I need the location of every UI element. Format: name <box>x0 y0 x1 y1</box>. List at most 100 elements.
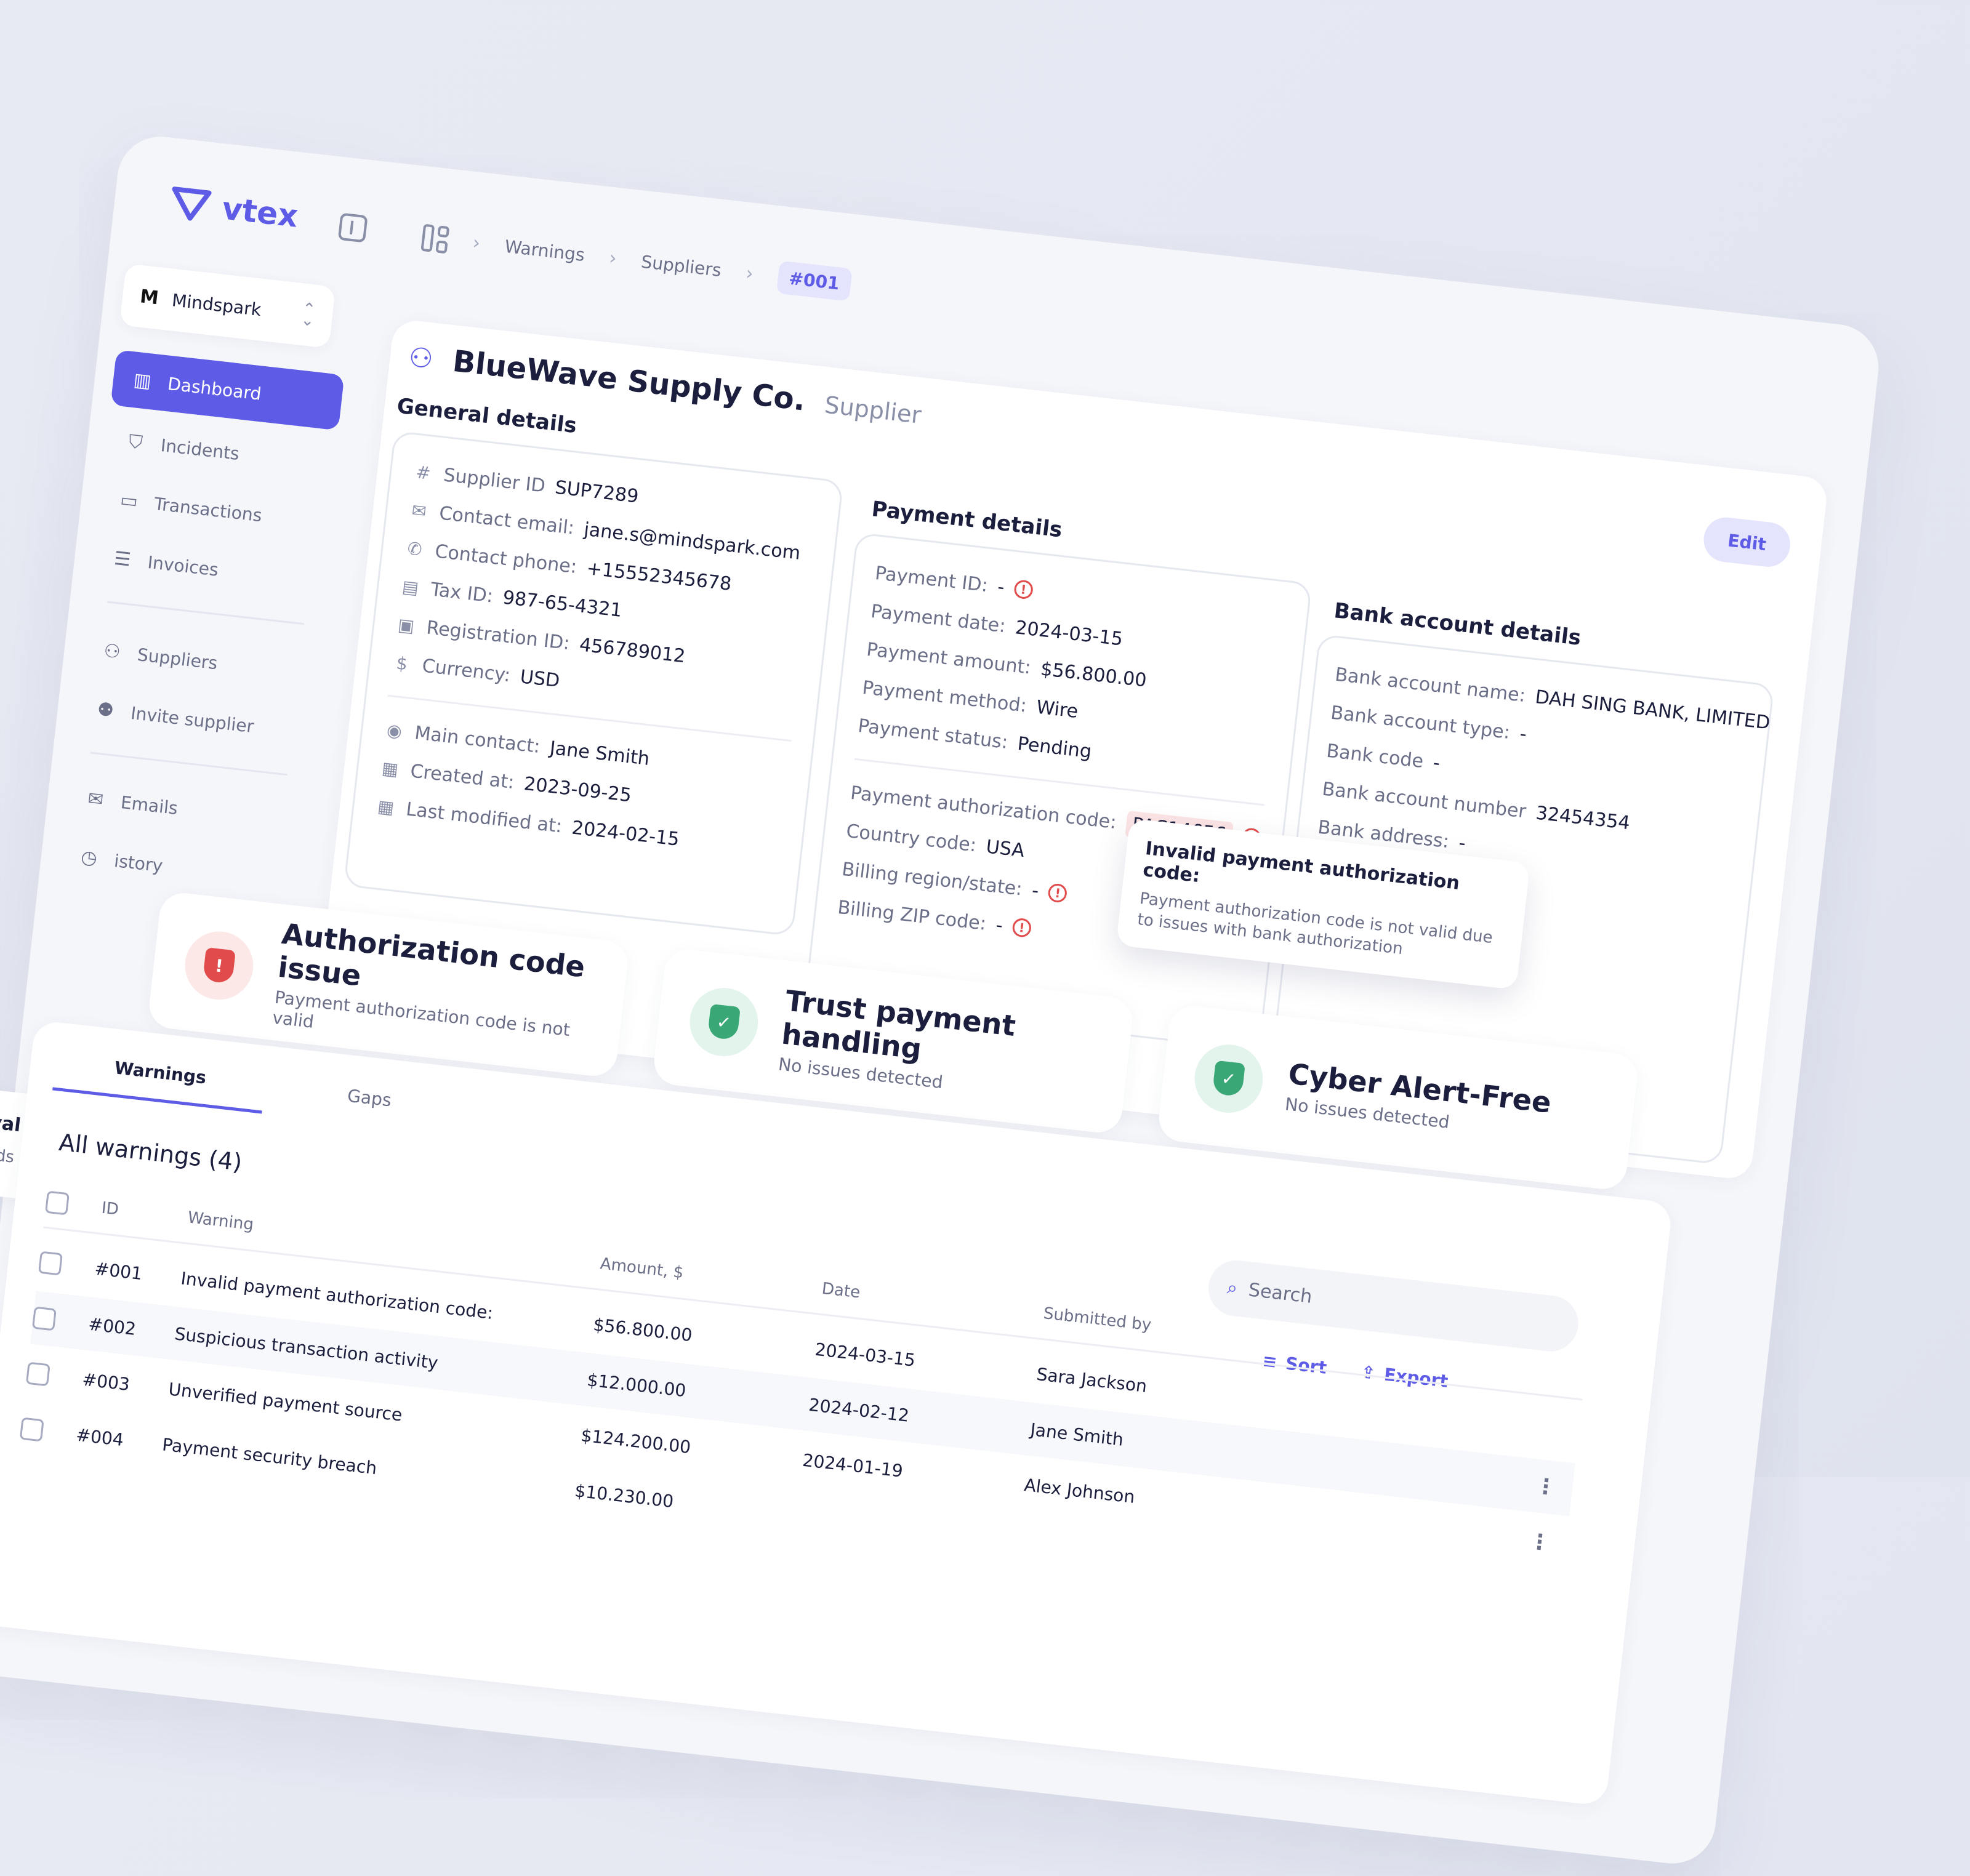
cell-submitted-by <box>1015 1513 1021 1566</box>
users-icon: ⚇ <box>407 341 435 376</box>
breadcrumb-warnings[interactable]: Warnings <box>504 236 585 266</box>
shield-check-icon: ✓ <box>707 1003 741 1041</box>
user-circle-icon: ◉ <box>385 719 403 742</box>
sidebar-item-label: Invoices <box>147 551 220 580</box>
search-placeholder: Search <box>1247 1278 1314 1308</box>
field-value: Jane Smith <box>549 737 651 770</box>
field-label: Billing ZIP code: <box>836 896 987 935</box>
row-checkbox[interactable] <box>38 1251 63 1276</box>
promo-title: rieval <box>0 1108 22 1137</box>
field-value: $56.800.00 <box>1039 657 1148 692</box>
field-label: Tax ID: <box>429 578 494 607</box>
field-label: Payment date: <box>869 600 1007 637</box>
column-header-amount[interactable]: Amount, $ <box>597 1239 686 1297</box>
vtex-logo-icon <box>172 186 212 221</box>
cell-id: #001 <box>94 1258 143 1284</box>
field-label: Contact email: <box>438 502 576 539</box>
document-icon: ☰ <box>113 547 132 571</box>
alert-icon[interactable]: ! <box>1047 883 1068 904</box>
mail-icon: ✉ <box>86 787 105 811</box>
tilted-stage: vtex › Warnings › Suppliers › #001 M Min… <box>0 0 1970 1868</box>
shield-alert-icon: ! <box>202 947 236 984</box>
alert-icon[interactable]: ! <box>1011 917 1032 938</box>
sidebar-item-label: Invite supplier <box>129 702 255 737</box>
history-icon: ◷ <box>79 846 98 870</box>
status-badge: ✓ <box>1191 1041 1267 1116</box>
field-value: 2024-03-15 <box>1014 616 1124 651</box>
more-options-icon[interactable]: ⋮ <box>1532 1459 1559 1515</box>
calendar-icon: ▦ <box>376 795 395 818</box>
breadcrumb-suppliers[interactable]: Suppliers <box>640 251 723 281</box>
cell-id: #003 <box>81 1369 131 1395</box>
field-value: - <box>1457 832 1467 854</box>
dollar-icon: $ <box>395 652 409 675</box>
alert-icon[interactable]: ! <box>1013 579 1034 600</box>
cell-amount: $56.800.00 <box>592 1313 694 1345</box>
column-header-id[interactable]: ID <box>98 1184 121 1235</box>
cell-id: #004 <box>74 1424 125 1450</box>
status-badge: ! <box>181 928 257 1003</box>
cell-date: 2024-02-12 <box>808 1394 911 1426</box>
field-label: Supplier ID <box>442 463 547 497</box>
collapse-sidebar-button[interactable] <box>337 212 368 243</box>
user-plus-icon: ⚉ <box>96 698 115 722</box>
field-value: - <box>996 575 1006 598</box>
general-details-panel: # Supplier ID SUP7289 ✉ Contact email: j… <box>343 430 844 937</box>
cell-amount: $10.230.00 <box>573 1480 675 1512</box>
org-name: Mindspark <box>171 289 263 320</box>
receipt-icon: ▤ <box>401 575 420 598</box>
search-icon: ⌕ <box>1226 1276 1239 1299</box>
shield-alert-icon: ⛉ <box>127 430 144 454</box>
field-label: Country code: <box>845 820 978 856</box>
field-value: Pending <box>1016 732 1093 763</box>
chevron-updown-icon: ⌃ ⌄ <box>300 299 317 331</box>
dashboard-icon[interactable] <box>420 223 450 254</box>
field-value: - <box>994 914 1004 937</box>
phone-icon: ✆ <box>406 537 424 560</box>
sidebar-item-label: Transactions <box>153 493 263 526</box>
id-card-icon: ▣ <box>396 614 416 636</box>
cell-date <box>794 1489 800 1542</box>
field-value: 2024-02-15 <box>571 816 681 851</box>
field-label: Payment status: <box>856 715 1010 753</box>
cell-id: #002 <box>87 1313 137 1339</box>
sidebar-item-label: Incidents <box>159 435 241 464</box>
field-value: Wire <box>1035 695 1080 723</box>
sidebar-item-label: Suppliers <box>136 644 219 673</box>
status-badge: ✓ <box>686 984 762 1060</box>
sidebar-item-label: Dashboard <box>166 373 263 404</box>
field-value: USA <box>984 835 1026 862</box>
field-label: Currency: <box>420 654 512 686</box>
field-value: - <box>1432 752 1441 774</box>
row-checkbox[interactable] <box>31 1306 57 1331</box>
field-value: USD <box>519 665 561 692</box>
chevron-right-icon: › <box>471 231 481 255</box>
users-icon: ⚇ <box>102 639 122 663</box>
dashboard-icon: ▥ <box>132 369 153 393</box>
sidebar-item-label: istory <box>113 850 164 876</box>
org-logo-icon: M <box>139 285 160 309</box>
select-all-checkbox[interactable] <box>44 1190 70 1216</box>
field-value: 987-65-4321 <box>501 586 624 622</box>
chevron-right-icon: › <box>608 247 618 270</box>
promo-subtitle: t funds <box>0 1142 15 1167</box>
row-checkbox[interactable] <box>25 1361 50 1387</box>
field-value: 2023-09-25 <box>523 772 633 806</box>
more-options-icon[interactable]: ⋮ <box>1526 1515 1553 1570</box>
row-checkbox[interactable] <box>19 1417 44 1442</box>
field-label: Bank code <box>1325 739 1425 772</box>
mail-icon: ✉ <box>411 499 428 522</box>
column-header-date[interactable]: Date <box>819 1264 862 1318</box>
cell-date: 2024-03-15 <box>814 1339 917 1371</box>
field-value: 456789012 <box>578 633 687 667</box>
field-label: Last modified at: <box>404 798 563 838</box>
hash-icon: # <box>415 461 432 484</box>
cell-submitted-by: Jane Smith <box>1029 1419 1125 1450</box>
cell-amount: $12.000.00 <box>586 1369 688 1401</box>
field-label: Created at: <box>409 760 516 793</box>
column-header-warning[interactable]: Warning <box>185 1193 256 1249</box>
field-value: SUP7289 <box>553 476 640 508</box>
field-label: Main contact: <box>413 721 542 758</box>
shield-check-icon: ✓ <box>1212 1060 1245 1097</box>
field-value: - <box>1518 723 1528 745</box>
